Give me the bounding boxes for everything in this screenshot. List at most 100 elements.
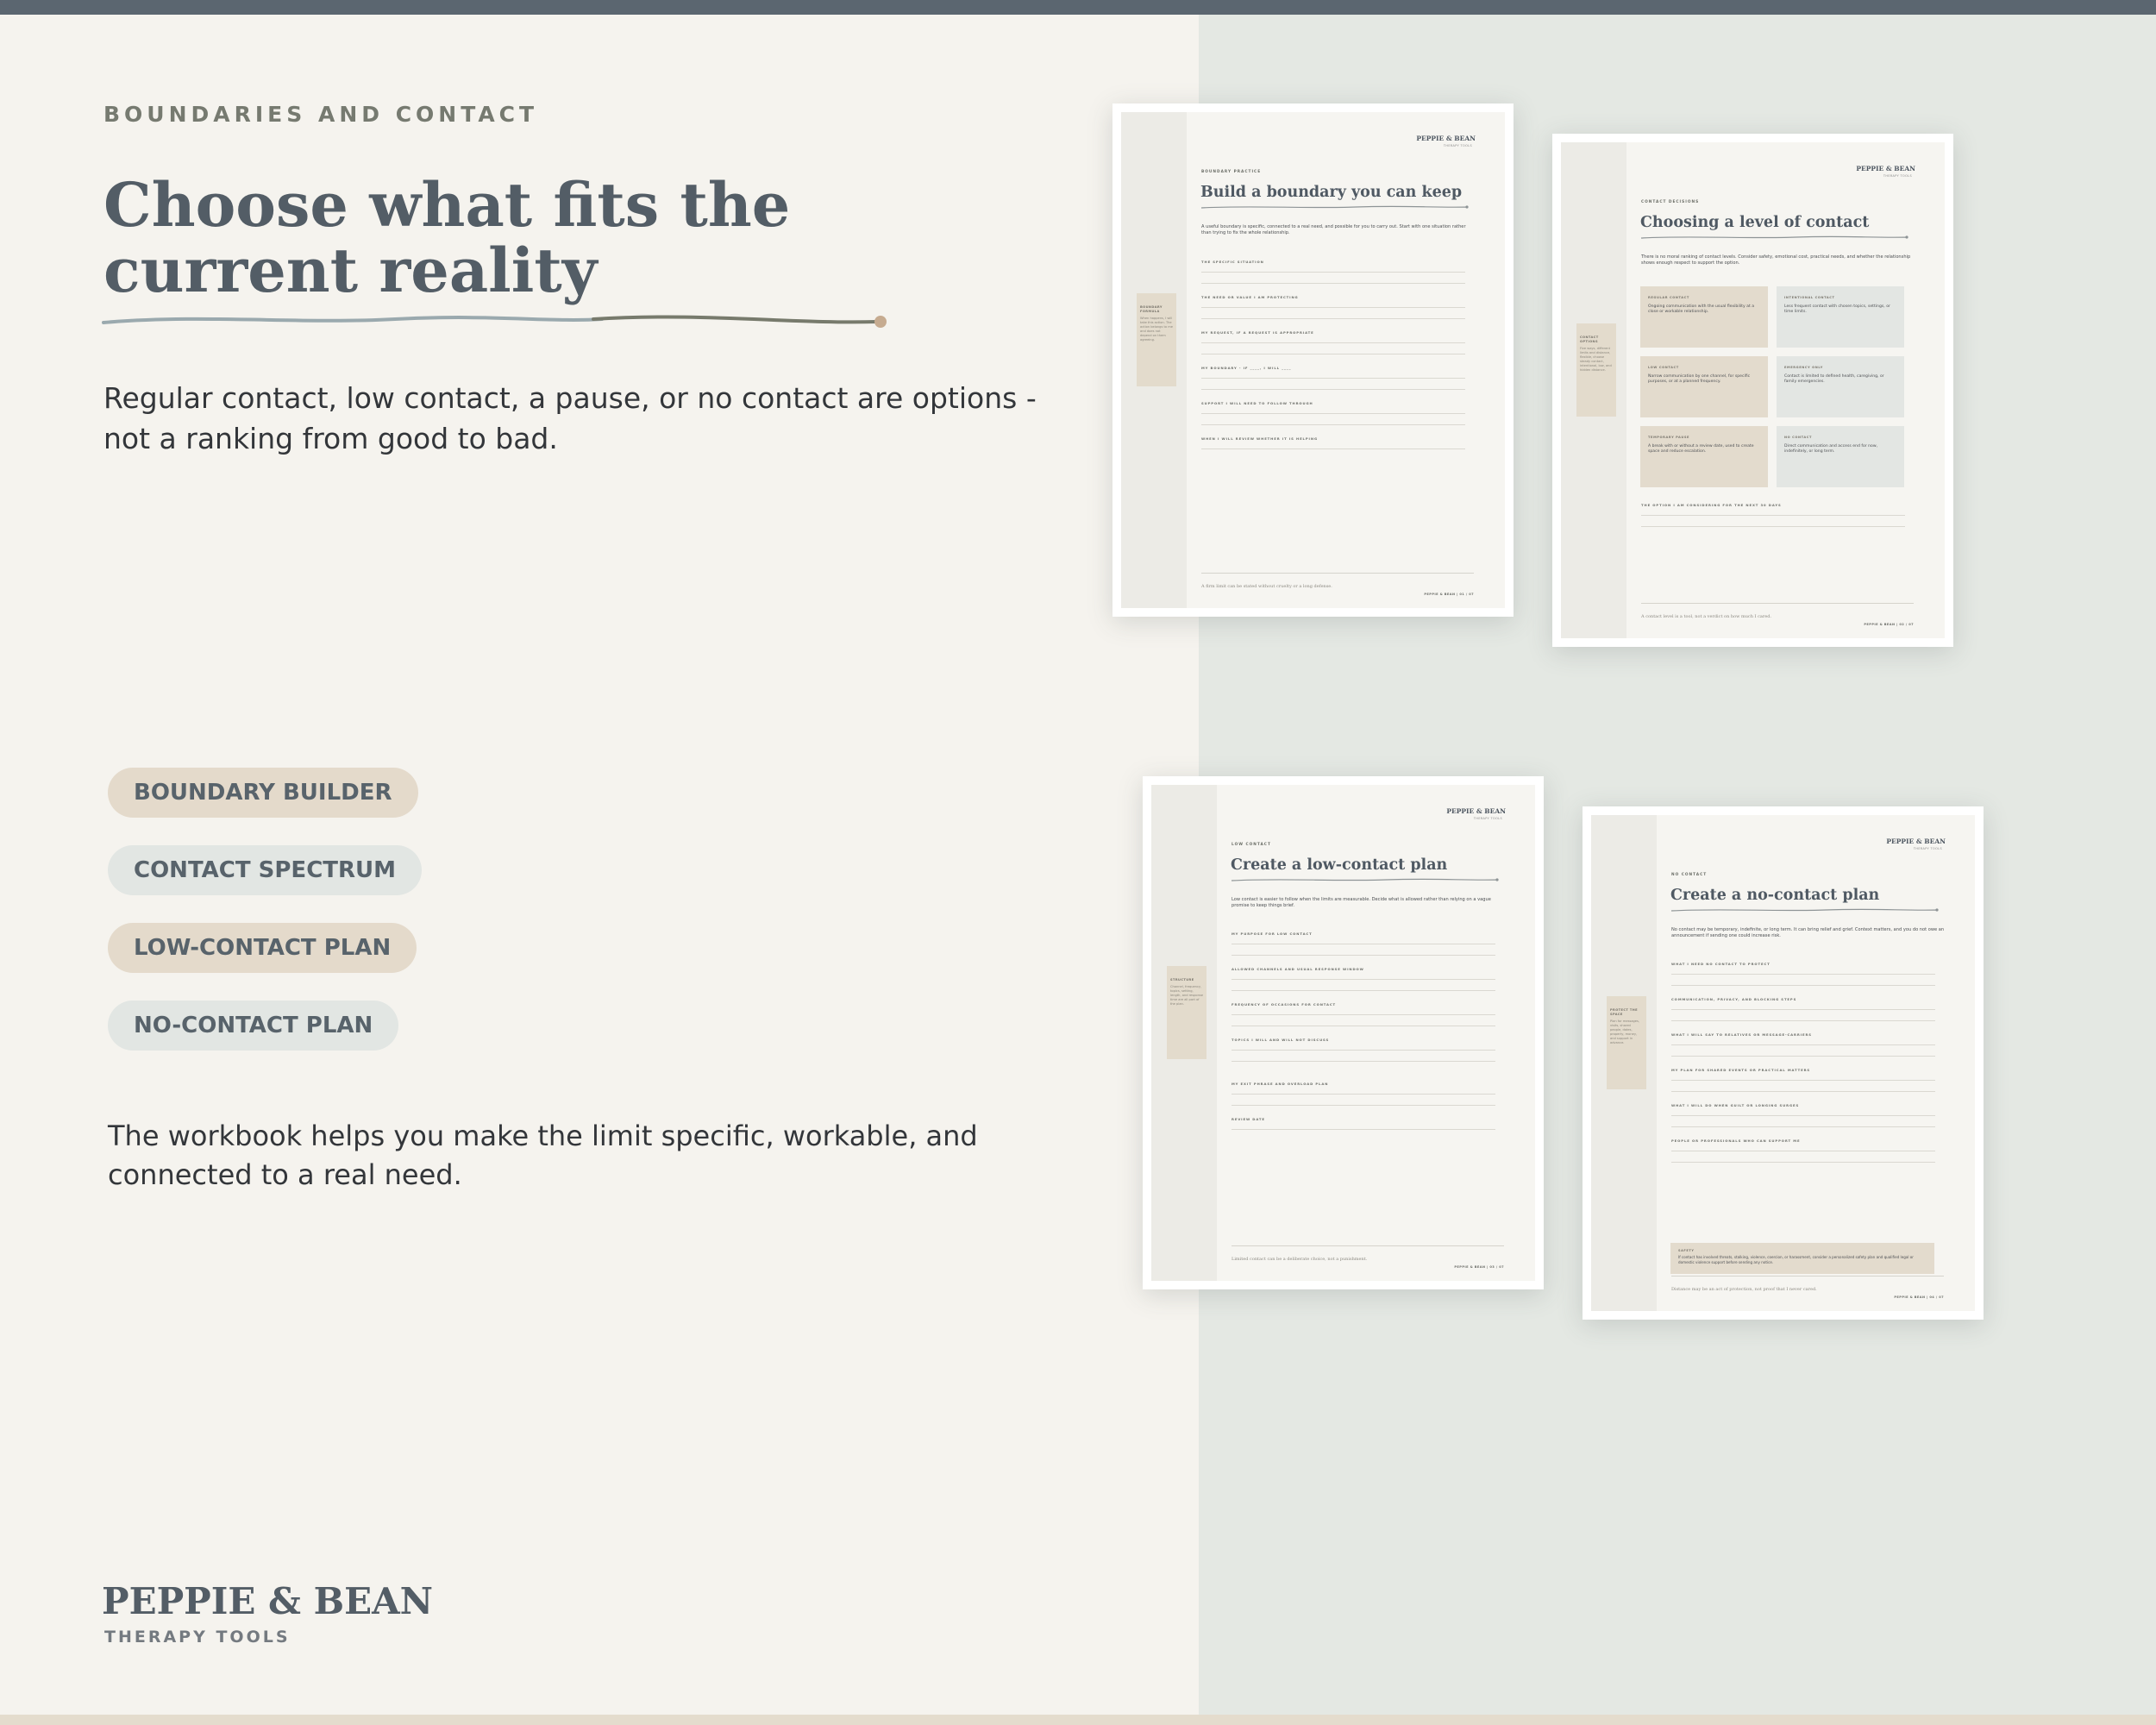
worksheet-brand: PEPPIE & BEAN <box>1856 165 1915 172</box>
top-accent-bar <box>0 0 2156 15</box>
write-line <box>1671 1009 1935 1010</box>
side-note-text: Channel, frequency, topics, setting, len… <box>1170 985 1203 1006</box>
prompt-label: MY PLAN FOR SHARED EVENTS OR PRACTICAL M… <box>1671 1068 1811 1072</box>
side-note-title: PROTECT THE SPACE <box>1610 1008 1639 1016</box>
prompt-label: WHAT I WILL SAY TO RELATIVES OR MESSAGE-… <box>1671 1032 1812 1037</box>
prompt-label: ALLOWED CHANNELS AND USUAL RESPONSE WIND… <box>1232 967 1364 971</box>
option-text: Contact is limited to defined health, ca… <box>1784 374 1884 385</box>
worksheet-footer: A firm limit can be stated without cruel… <box>1201 584 1332 589</box>
safety-label: SAFETY <box>1678 1249 1695 1252</box>
worksheet-side-note: STRUCTURE Channel, frequency, topics, se… <box>1167 966 1206 1059</box>
option-label: EMERGENCY ONLY <box>1784 366 1823 369</box>
intro-text: Regular contact, low contact, a pause, o… <box>103 381 1037 455</box>
contact-option-intentional: INTENTIONAL CONTACT Less frequent contac… <box>1777 286 1904 348</box>
worksheet-brand-tag: THERAPY TOOLS <box>1913 847 1942 850</box>
worksheet-boundary-builder: BOUNDARY FORMULA When happens, I will ta… <box>1112 104 1514 617</box>
write-line <box>1671 1126 1935 1127</box>
worksheet-page: STRUCTURE Channel, frequency, topics, se… <box>1151 785 1535 1281</box>
worksheet-side-note: PROTECT THE SPACE Plan for messages, vis… <box>1607 996 1646 1089</box>
contact-option-none: NO CONTACT Direct communication and acce… <box>1777 426 1904 487</box>
prompt-label: FREQUENCY OF OCCASIONS FOR CONTACT <box>1232 1002 1337 1007</box>
prompt-label: WHAT I WILL DO WHEN GUILT OR LONGING SUR… <box>1671 1103 1800 1107</box>
worksheet-title: Build a boundary you can keep <box>1200 184 1463 201</box>
brand-logo: PEPPIE & BEAN <box>102 1580 434 1622</box>
prompt-label: TOPICS I WILL AND WILL NOT DISCUSS <box>1232 1038 1330 1042</box>
chip-no-contact-plan: NO-CONTACT PLAN <box>108 1000 399 1051</box>
side-note-text: Five ways, different limits and distance… <box>1580 347 1612 372</box>
prompt-label: REVIEW DATE <box>1232 1117 1265 1121</box>
write-line <box>1201 342 1465 343</box>
contact-option-emergency: EMERGENCY ONLY Contact is limited to def… <box>1777 356 1904 417</box>
worksheet-brand: PEPPIE & BEAN <box>1416 135 1476 142</box>
worksheet-page-number: PEPPIE & BEAN | 03 / 07 <box>1454 1265 1504 1269</box>
write-line <box>1232 1094 1495 1095</box>
worksheet-title-underline <box>1640 235 1908 239</box>
write-line <box>1671 974 1935 975</box>
prompt-label: MY REQUEST, IF A REQUEST IS APPROPRIATE <box>1201 330 1314 335</box>
worksheet-footer-rule <box>1201 573 1474 574</box>
page-title: Choose what fits the current reality <box>103 169 791 306</box>
title-underline-decoration <box>102 315 887 328</box>
write-line <box>1201 413 1465 414</box>
write-line <box>1201 389 1465 390</box>
prompt-label: THE OPTION I AM CONSIDERING FOR THE NEXT… <box>1641 503 1782 507</box>
safety-text: If contact has involved threats, stalkin… <box>1678 1255 1914 1264</box>
write-line <box>1201 378 1465 379</box>
worksheet-brand: PEPPIE & BEAN <box>1886 837 1946 845</box>
worksheet-footer-rule <box>1641 603 1914 604</box>
worksheet-footer: Limited contact can be a deliberate choi… <box>1232 1257 1368 1262</box>
worksheet-brand-tag: THERAPY TOOLS <box>1883 174 1912 178</box>
prompt-label: THE NEED OR VALUE I AM PROTECTING <box>1201 295 1299 299</box>
write-line <box>1232 1014 1495 1015</box>
brand-tagline: THERAPY TOOLS <box>104 1628 291 1647</box>
worksheet-brand-tag: THERAPY TOOLS <box>1443 144 1472 147</box>
option-text: Ongoing communication with the usual fle… <box>1648 304 1755 315</box>
worksheet-footer-rule <box>1232 1245 1504 1246</box>
prompt-label: MY BOUNDARY - IF ____, I WILL ____ <box>1201 366 1292 370</box>
worksheet-no-contact-plan: PROTECT THE SPACE Plan for messages, vis… <box>1583 806 1984 1320</box>
worksheet-title: Create a no-contact plan <box>1670 887 1880 904</box>
worksheet-page-number: PEPPIE & BEAN | 04 / 07 <box>1894 1295 1944 1299</box>
contact-option-low: LOW CONTACT Narrow communication by one … <box>1640 356 1768 417</box>
prompt-label: MY PURPOSE FOR LOW CONTACT <box>1232 932 1313 936</box>
write-line <box>1201 307 1465 308</box>
chip-contact-spectrum: CONTACT SPECTRUM <box>108 845 423 895</box>
side-note-text: Plan for messages, visits, shared people… <box>1610 1019 1640 1044</box>
worksheet-eyebrow: LOW CONTACT <box>1232 843 1271 847</box>
worksheet-brand: PEPPIE & BEAN <box>1446 807 1506 815</box>
worksheet-title-underline <box>1670 908 1939 912</box>
prompt-label: COMMUNICATION, PRIVACY, AND BLOCKING STE… <box>1671 997 1797 1001</box>
prompt-label: THE SPECIFIC SITUATION <box>1201 260 1264 264</box>
worksheet-eyebrow: CONTACT DECISIONS <box>1641 200 1700 204</box>
write-line <box>1671 1115 1935 1116</box>
section-eyebrow: BOUNDARIES AND CONTACT <box>103 102 539 127</box>
side-note-title: BOUNDARY FORMULA <box>1140 305 1163 313</box>
write-line <box>1671 1044 1935 1045</box>
write-line <box>1232 990 1495 991</box>
safety-callout: SAFETY If contact has involved threats, … <box>1670 1243 1934 1274</box>
bottom-accent-bar <box>0 1715 2156 1725</box>
side-note-title: STRUCTURE <box>1170 978 1194 982</box>
write-line <box>1232 1050 1495 1051</box>
option-text: Direct communication and access end for … <box>1784 444 1878 455</box>
write-line <box>1671 1080 1935 1081</box>
write-line <box>1201 424 1465 425</box>
worksheet-title: Create a low-contact plan <box>1231 856 1448 874</box>
option-label: NO CONTACT <box>1784 436 1813 439</box>
write-line <box>1641 515 1905 516</box>
worksheet-eyebrow: BOUNDARY PRACTICE <box>1201 170 1262 174</box>
write-line <box>1641 526 1905 527</box>
write-line <box>1232 1129 1495 1130</box>
contact-option-pause: TEMPORARY PAUSE A break with or without … <box>1640 426 1768 487</box>
option-label: REGULAR CONTACT <box>1648 296 1689 299</box>
chip-boundary-builder: BOUNDARY BUILDER <box>108 768 418 818</box>
write-line <box>1671 1020 1935 1021</box>
worksheet-title-underline <box>1200 205 1469 209</box>
write-line <box>1201 283 1465 284</box>
worksheet-page-number: PEPPIE & BEAN | 02 / 07 <box>1864 623 1914 626</box>
write-line <box>1201 272 1465 273</box>
worksheet-contact-spectrum: CONTACT OPTIONS Five ways, different lim… <box>1552 134 1953 647</box>
worksheet-side-note: BOUNDARY FORMULA When happens, I will ta… <box>1137 293 1176 386</box>
worksheet-intro: No contact may be temporary, indefinite,… <box>1671 927 1945 939</box>
worksheet-footer: Distance may be an act of protection, no… <box>1671 1287 1817 1292</box>
